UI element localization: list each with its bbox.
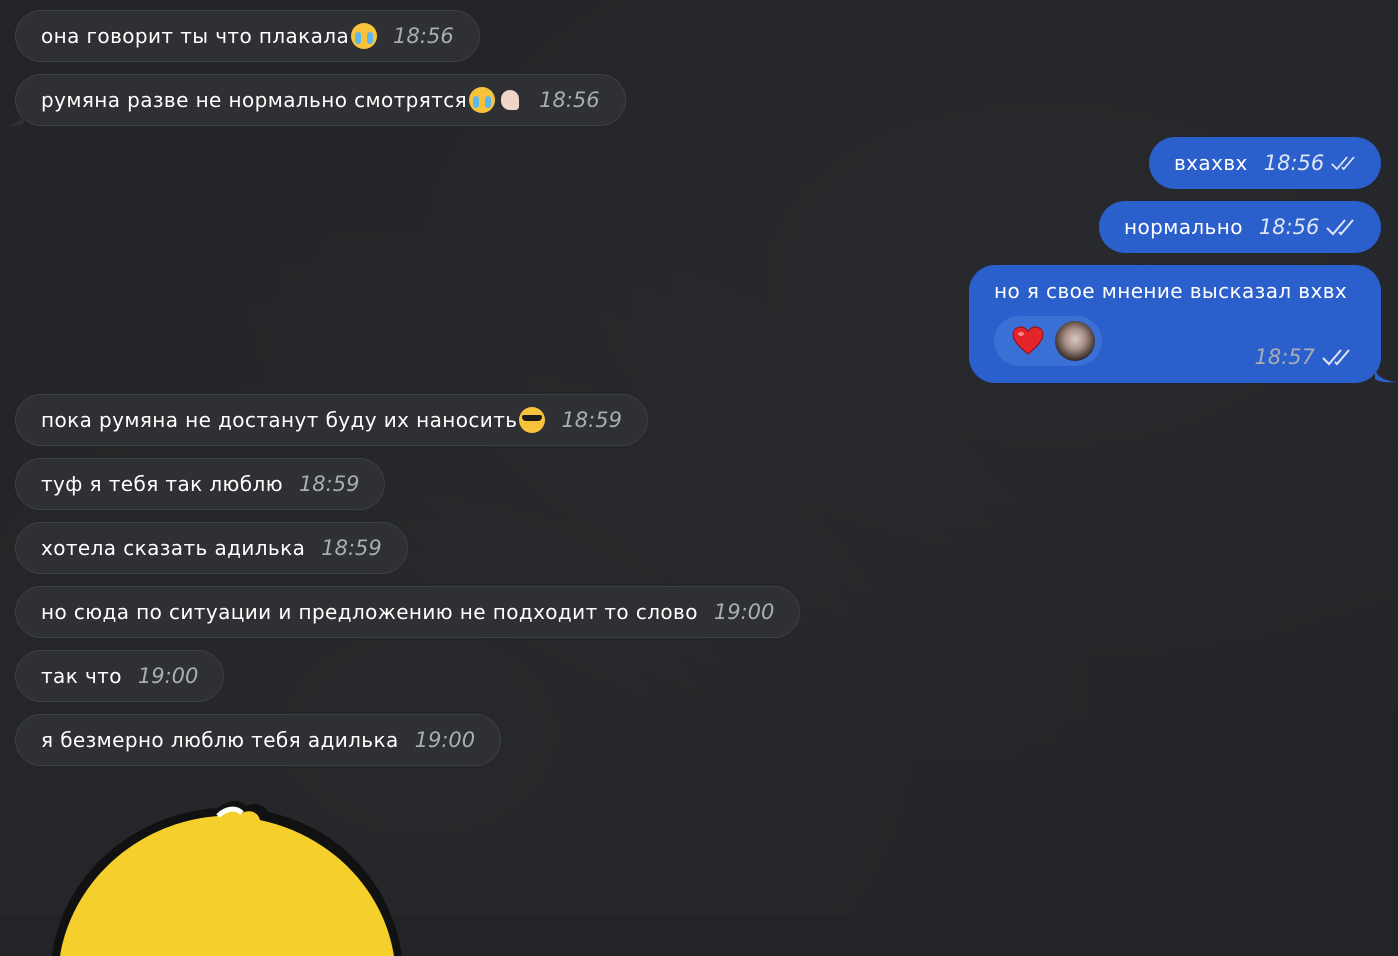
- message-text: я безмерно люблю тебя адилька: [41, 728, 399, 752]
- message-time: 18:59: [298, 472, 360, 496]
- red-heart-icon: [1012, 326, 1044, 355]
- reaction-pill[interactable]: [994, 316, 1102, 366]
- outgoing-message[interactable]: вхахвх 18:56: [1149, 137, 1381, 189]
- incoming-message[interactable]: я безмерно люблю тебя адилька 19:00: [15, 714, 502, 766]
- incoming-message[interactable]: она говорит ты что плакала 18:56: [15, 10, 480, 62]
- sunglasses-face-emoji-icon: [519, 407, 546, 433]
- message-text: так что: [41, 664, 122, 688]
- incoming-message[interactable]: хотела сказать адилька 18:59: [15, 522, 408, 574]
- outgoing-message[interactable]: но я свое мнение высказал вхвх 18:57: [969, 265, 1381, 383]
- incoming-message[interactable]: румяна разве не нормально смотрятся 18:5…: [15, 74, 626, 126]
- message-time: 18:56: [1258, 215, 1320, 239]
- chat-history[interactable]: она говорит ты что плакала 18:56 румяна …: [0, 0, 1398, 956]
- incoming-message[interactable]: пока румяна не достанут буду их наносить…: [15, 394, 648, 446]
- message-time: 19:00: [713, 600, 775, 624]
- message-text: вхахвх: [1174, 151, 1248, 175]
- message-text: нормально: [1124, 215, 1243, 239]
- message-text: она говорит ты что плакала: [41, 24, 350, 48]
- message-time: 19:00: [414, 728, 476, 752]
- message-time: 18:57: [1254, 345, 1315, 369]
- incoming-message[interactable]: но сюда по ситуации и предложению не под…: [15, 586, 801, 638]
- reactor-avatar: [1055, 321, 1095, 361]
- double-check-icon: [1322, 349, 1350, 366]
- message-time: 18:59: [561, 408, 622, 432]
- double-check-icon: [1331, 156, 1355, 171]
- incoming-message[interactable]: туф я тебя так люблю 18:59: [15, 458, 386, 510]
- message-text: но я свое мнение высказал вхвх: [994, 279, 1348, 303]
- message-text: хотела сказать адилька: [41, 536, 306, 560]
- message-text: пока румяна не достанут буду их наносить: [41, 408, 518, 432]
- crying-face-emoji-icon: [351, 23, 378, 49]
- bubble-tail-icon: [4, 113, 24, 127]
- message-time: 19:00: [137, 664, 199, 688]
- bubble-tail-icon: [1375, 369, 1397, 383]
- double-check-icon: [1326, 219, 1355, 236]
- message-text: туф я тебя так люблю: [41, 472, 283, 496]
- crying-face-emoji-icon: [469, 87, 496, 113]
- outgoing-message[interactable]: нормально 18:56: [1099, 201, 1381, 253]
- incoming-message[interactable]: так что 19:00: [15, 650, 225, 702]
- message-text: но сюда по ситуации и предложению не под…: [41, 600, 698, 624]
- ok-hand-emoji-icon: [497, 87, 523, 113]
- message-text: румяна разве не нормально смотрятся: [41, 88, 468, 112]
- message-time: 18:59: [321, 536, 382, 560]
- emoji-sticker[interactable]: [42, 796, 432, 956]
- message-time: 18:56: [393, 24, 454, 48]
- message-time: 18:56: [1263, 151, 1325, 175]
- message-time: 18:56: [539, 88, 600, 112]
